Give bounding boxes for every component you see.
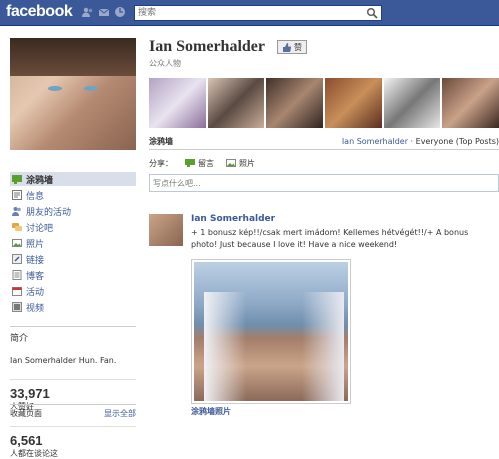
photo-icon	[12, 238, 22, 248]
sidebar-item-friends-activity[interactable]: 朋友的活动	[10, 204, 136, 218]
strip-photo[interactable]	[383, 78, 441, 128]
like-button[interactable]: 赞	[277, 40, 307, 54]
discussion-icon	[12, 222, 22, 232]
strip-photo[interactable]	[442, 78, 499, 128]
status-icon	[185, 158, 195, 168]
sidebar-nav: 涂鸦墙 信息 朋友的活动 讨论吧 照片 链接 博客 活动 视频	[10, 172, 136, 314]
wall-tab-bar: 涂鸦墙 Ian Somerhalder · Everyone (Top Post…	[149, 134, 499, 150]
sidebar-item-label: 视频	[26, 303, 45, 314]
profile-picture[interactable]	[10, 38, 136, 150]
show-all-link[interactable]: 显示全部	[104, 408, 136, 419]
share-bar: 分享： 留言 照片	[149, 156, 499, 170]
sidebar-item-label: 照片	[26, 239, 45, 250]
search-icon[interactable]	[366, 7, 378, 19]
main-content: 涂鸦墙 信息 朋友的活动 讨论吧 照片 链接 博客 活动 视频 简介 Ian S…	[0, 26, 499, 458]
top-bar: facebook	[0, 0, 499, 26]
notifications-icon[interactable]	[114, 6, 126, 18]
post-photo[interactable]	[191, 259, 351, 404]
intro-title: 简介	[10, 326, 136, 344]
photo-caption[interactable]: 涂鸦墙照片	[191, 406, 491, 417]
info-icon	[12, 190, 22, 200]
intro-text: Ian Somerhalder Hun. Fan.	[10, 356, 117, 365]
page-title: Ian Somerhalder	[149, 38, 265, 55]
sidebar-item-photos[interactable]: 照片	[10, 236, 136, 250]
sidebar-item-videos[interactable]: 视频	[10, 300, 136, 314]
search-input[interactable]	[135, 6, 360, 20]
sidebar-footer: 收藏页面 显示全部	[10, 404, 136, 419]
video-icon	[12, 302, 22, 312]
photo-icon	[226, 158, 236, 168]
sidebar-item-wall[interactable]: 涂鸦墙	[10, 172, 136, 186]
left-column: 涂鸦墙 信息 朋友的活动 讨论吧 照片 链接 博客 活动 视频 简介 Ian S…	[10, 38, 136, 459]
sidebar-item-links[interactable]: 链接	[10, 252, 136, 266]
sidebar-item-label: 涂鸦墙	[26, 175, 54, 186]
post-author[interactable]: Ian Somerhalder	[191, 214, 491, 224]
page-category: 公众人物	[149, 59, 181, 68]
filter-name[interactable]: Ian Somerhalder	[342, 137, 408, 146]
notes-icon	[12, 270, 22, 280]
like-label: 赞	[294, 42, 302, 52]
sidebar-item-discussions[interactable]: 讨论吧	[10, 220, 136, 234]
share-photo-button[interactable]: 照片	[226, 158, 255, 169]
messages-icon[interactable]	[98, 6, 110, 18]
post-text: + 1 bonusz kép!!/csak mert imádom! Kelle…	[191, 228, 469, 249]
favorite-page-link[interactable]: 收藏页面	[10, 408, 42, 419]
talking-count: 6,561	[10, 433, 43, 448]
likes-count[interactable]: 33,971	[10, 386, 136, 401]
wall-filter[interactable]: Ian Somerhalder · Everyone (Top Posts)	[342, 137, 499, 146]
sidebar-item-notes[interactable]: 博客	[10, 268, 136, 282]
strip-photo[interactable]	[266, 78, 324, 128]
sidebar-item-label: 活动	[26, 287, 45, 298]
share-status-button[interactable]: 留言	[185, 158, 214, 169]
photo-strip	[149, 78, 499, 128]
sidebar-item-label: 信息	[26, 191, 45, 202]
sidebar-item-label: 讨论吧	[26, 223, 54, 234]
share-photo-label: 照片	[239, 158, 255, 168]
sidebar-item-events[interactable]: 活动	[10, 284, 136, 298]
sidebar-item-label: 链接	[26, 255, 45, 266]
avatar[interactable]	[149, 214, 183, 246]
share-status-label: 留言	[198, 158, 214, 168]
strip-photo[interactable]	[325, 78, 382, 128]
search-box[interactable]	[134, 5, 382, 21]
filter-label: · Everyone (Top Posts)	[408, 137, 499, 146]
wall-post: Ian Somerhalder + 1 bonusz kép!!/csak me…	[149, 214, 499, 417]
share-label: 分享：	[149, 158, 173, 168]
event-icon	[12, 286, 22, 296]
thumbs-up-icon	[283, 42, 291, 52]
sidebar-item-label: 朋友的活动	[26, 207, 72, 218]
tab-wall[interactable]: 涂鸦墙	[149, 136, 173, 147]
talking-label: 人都在谈论这	[10, 449, 58, 458]
strip-photo[interactable]	[149, 78, 206, 128]
sidebar-item-label: 博客	[26, 271, 45, 282]
talking-stat: 6,561 人都在谈论这	[10, 426, 136, 459]
friend-requests-icon[interactable]	[82, 6, 94, 18]
right-column: Ian Somerhalder 赞 公众人物 涂鸦墙 Ian Somerhald…	[149, 38, 499, 417]
link-icon	[12, 254, 22, 264]
friends-icon	[12, 206, 22, 216]
wall-icon	[12, 174, 22, 184]
sidebar-item-info[interactable]: 信息	[10, 188, 136, 202]
post-composer-input[interactable]: 写点什么吧...	[149, 174, 499, 192]
strip-photo[interactable]	[207, 78, 265, 128]
facebook-logo[interactable]: facebook	[6, 3, 73, 21]
